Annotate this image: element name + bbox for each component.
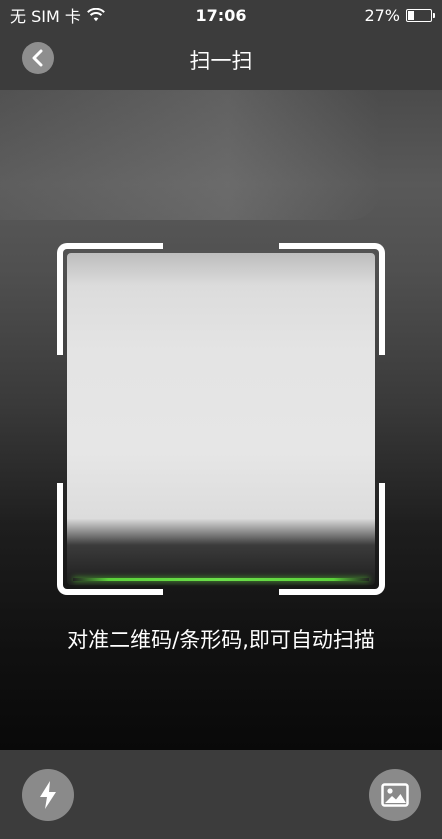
flash-button[interactable] xyxy=(22,769,74,821)
wifi-icon xyxy=(86,8,105,22)
flash-icon xyxy=(40,781,56,809)
bottom-toolbar xyxy=(0,750,442,839)
scan-frame xyxy=(57,243,385,595)
scan-corner-top-right xyxy=(279,243,385,355)
back-button[interactable] xyxy=(22,42,54,74)
battery-icon xyxy=(406,8,435,22)
chevron-left-icon xyxy=(32,49,43,67)
album-button[interactable] xyxy=(369,769,421,821)
scan-corner-top-left xyxy=(57,243,163,355)
status-left: 无 SIM 卡 xyxy=(10,3,105,27)
battery-fill xyxy=(408,10,415,20)
scan-hint: 对准二维码/条形码,即可自动扫描 xyxy=(67,628,375,652)
carrier-label: 无 SIM 卡 xyxy=(10,7,81,26)
scan-line xyxy=(73,578,369,581)
nav-bar: 扫一扫 xyxy=(0,30,442,90)
status-bar: 无 SIM 卡 17:06 27% xyxy=(0,0,442,30)
battery-percent: 27% xyxy=(364,5,400,25)
status-right: 27% xyxy=(364,5,435,25)
image-icon xyxy=(381,783,409,807)
page-title: 扫一扫 xyxy=(189,49,253,73)
